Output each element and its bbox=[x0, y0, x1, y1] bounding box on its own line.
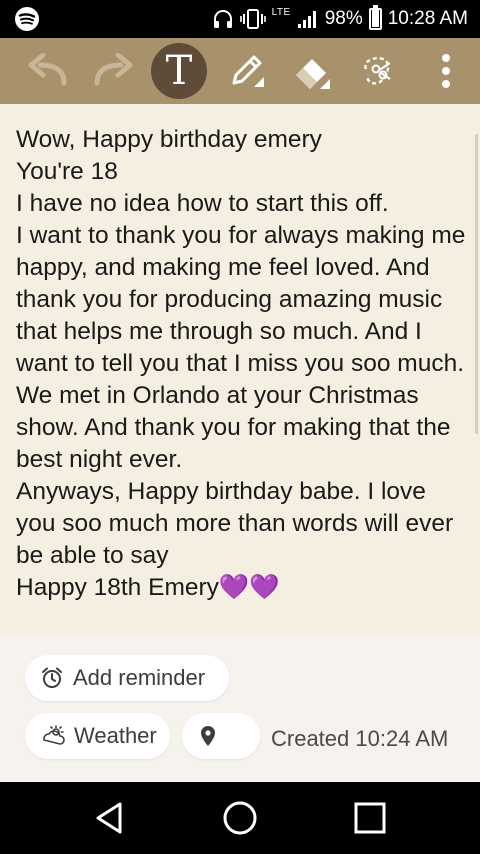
note-text[interactable]: Wow, Happy birthday emery You're 18 I ha… bbox=[16, 124, 471, 604]
redo-icon bbox=[94, 53, 133, 86]
lte-icon: LTE bbox=[271, 7, 291, 18]
status-time: 10:28 AM bbox=[387, 8, 468, 29]
undo-button[interactable] bbox=[20, 43, 76, 99]
weather-icon bbox=[43, 725, 65, 745]
weather-label: Weather bbox=[74, 723, 157, 748]
signal-icon bbox=[297, 11, 316, 28]
undo-icon bbox=[28, 53, 67, 86]
lasso-cut-button[interactable] bbox=[350, 43, 406, 99]
eraser-icon bbox=[296, 59, 330, 89]
alarm-clock-icon bbox=[42, 667, 62, 688]
spotify-icon bbox=[15, 7, 39, 31]
weather-button[interactable]: Weather bbox=[25, 713, 170, 759]
vibrate-icon bbox=[239, 9, 266, 29]
note-info-panel: Add reminder Weather Created 10:24 AM bbox=[0, 636, 480, 782]
pen-button[interactable] bbox=[218, 43, 274, 99]
battery-percent: 98% bbox=[324, 8, 363, 29]
lasso-cut-icon bbox=[364, 57, 391, 85]
more-options-button[interactable] bbox=[418, 43, 474, 99]
add-reminder-label: Add reminder bbox=[73, 665, 206, 690]
back-icon bbox=[96, 802, 122, 834]
status-bar: LTE 98% 10:28 AM bbox=[0, 0, 480, 38]
more-vert-icon bbox=[442, 54, 450, 88]
location-pin-icon bbox=[201, 726, 215, 746]
battery-icon bbox=[368, 5, 382, 30]
add-reminder-button[interactable]: Add reminder bbox=[25, 655, 229, 701]
location-button[interactable] bbox=[182, 713, 260, 759]
text-mode-button[interactable]: T bbox=[151, 43, 207, 99]
note-toolbar: T bbox=[0, 38, 480, 104]
headphones-icon bbox=[213, 10, 232, 28]
text-mode-icon: T bbox=[165, 48, 193, 94]
note-editor[interactable]: Wow, Happy birthday emery You're 18 I ha… bbox=[0, 104, 480, 636]
back-button[interactable] bbox=[85, 796, 133, 840]
home-icon bbox=[223, 801, 257, 835]
scrollbar[interactable] bbox=[475, 134, 478, 434]
redo-button[interactable] bbox=[85, 43, 141, 99]
recents-icon bbox=[354, 802, 386, 834]
recents-button[interactable] bbox=[346, 796, 394, 840]
battery-fill bbox=[371, 9, 379, 27]
system-nav-bar bbox=[0, 782, 480, 854]
created-timestamp: Created 10:24 AM bbox=[271, 726, 449, 751]
home-button[interactable] bbox=[216, 796, 264, 840]
eraser-button[interactable] bbox=[284, 43, 340, 99]
pen-icon bbox=[232, 55, 264, 87]
